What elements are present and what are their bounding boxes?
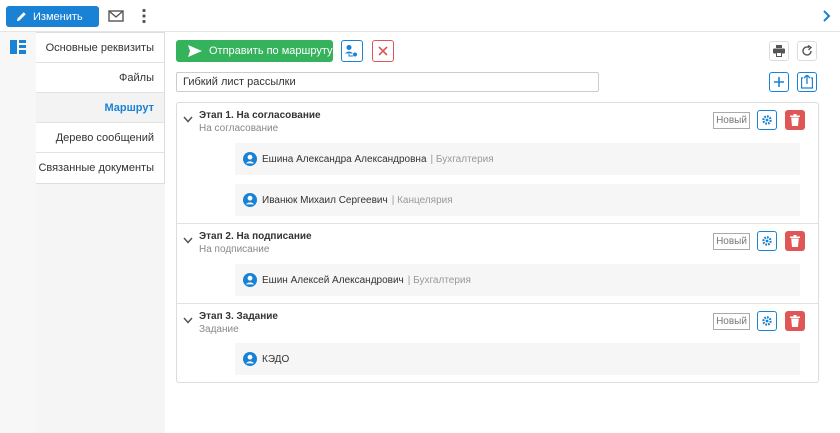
participant-department: | Бухгалтерия [407,274,471,286]
refresh-button[interactable] [797,41,817,61]
gear-icon [762,236,772,246]
tab-main-details[interactable]: Основные реквизиты [36,33,164,63]
top-toolbar: Изменить [0,0,840,32]
close-icon [378,46,388,56]
add-participant-button[interactable] [769,72,789,92]
participant-name: КЭДО [262,353,290,365]
participant-row[interactable]: Иванюк Михаил Сергеевич | Канцелярия [235,184,800,216]
mail-icon[interactable] [108,9,124,23]
stage-title: Этап 1. На согласование [199,110,321,121]
tab-files[interactable]: Файлы [36,63,164,93]
stage-settings-button[interactable] [757,231,777,251]
plus-icon [774,77,784,87]
tab-message-tree[interactable]: Дерево сообщений [36,123,164,153]
mailing-list-input[interactable] [176,72,599,92]
trash-icon [790,114,800,126]
trash-icon [790,235,800,247]
stage-subtitle: На согласование [199,123,279,134]
edit-button[interactable]: Изменить [6,6,99,27]
edit-button-label: Изменить [33,10,83,23]
chevron-right-icon[interactable] [820,9,832,23]
chevron-down-icon[interactable] [183,116,193,123]
tabs-panel: Основные реквизиты Файлы Маршрут Дерево … [36,32,165,184]
gear-icon [762,115,772,125]
participant-row[interactable]: Ешин Алексей Александрович | Бухгалтерия [235,264,800,296]
stage-title: Этап 2. На подписание [199,231,312,242]
status-badge: Новый [713,233,750,250]
more-vertical-icon[interactable] [141,8,147,24]
trash-icon [790,315,800,327]
chevron-down-icon[interactable] [183,317,193,324]
print-icon [773,45,785,57]
print-button[interactable] [769,41,789,61]
stage-subtitle: Задание [199,324,239,335]
cancel-route-button[interactable] [372,40,394,62]
stage-title: Этап 3. Задание [199,311,278,322]
route-scheme-button[interactable] [341,40,363,62]
stages-list: Этап 1. На согласование На согласование … [176,102,819,383]
user-icon [243,273,257,287]
participant-row[interactable]: КЭДО [235,343,800,375]
participant-row[interactable]: Ешина Александра Александровна | Бухгалт… [235,143,800,175]
stage-delete-button[interactable] [785,110,805,130]
pencil-icon [16,12,26,22]
tab-route[interactable]: Маршрут [36,93,164,123]
participant-name: Иванюк Михаил Сергеевич [262,194,388,206]
stage-settings-button[interactable] [757,110,777,130]
stage-2: Этап 2. На подписание На подписание Новы… [177,223,818,303]
tab-related-documents[interactable]: Связанные документы [36,153,164,183]
status-badge: Новый [713,112,750,129]
user-icon [243,152,257,166]
stage-settings-button[interactable] [757,311,777,331]
user-icon [243,352,257,366]
route-panel: Отправить по маршруту Этап 1. На согласо… [165,32,840,433]
send-button-label: Отправить по маршруту [209,45,333,57]
route-users-icon [345,45,357,57]
participant-department: | Канцелярия [391,194,453,206]
add-stage-button[interactable] [797,72,817,92]
stage-1: Этап 1. На согласование На согласование … [177,103,818,223]
left-panel-strip [0,32,36,433]
status-badge: Новый [713,313,750,330]
chevron-down-icon[interactable] [183,237,193,244]
stage-subtitle: На подписание [199,244,270,255]
participant-department: | Бухгалтерия [430,153,494,165]
book-icon[interactable] [10,40,26,54]
add-stage-icon [801,75,813,89]
stage-delete-button[interactable] [785,231,805,251]
stage-delete-button[interactable] [785,311,805,331]
send-by-route-button[interactable]: Отправить по маршруту [176,40,333,62]
gear-icon [762,316,772,326]
user-icon [243,193,257,207]
refresh-icon [802,45,813,56]
send-icon [188,45,202,57]
participant-name: Ешин Алексей Александрович [262,274,404,286]
participant-name: Ешина Александра Александровна [262,153,427,165]
stage-3: Этап 3. Задание Задание Новый КЭДО [177,303,818,382]
